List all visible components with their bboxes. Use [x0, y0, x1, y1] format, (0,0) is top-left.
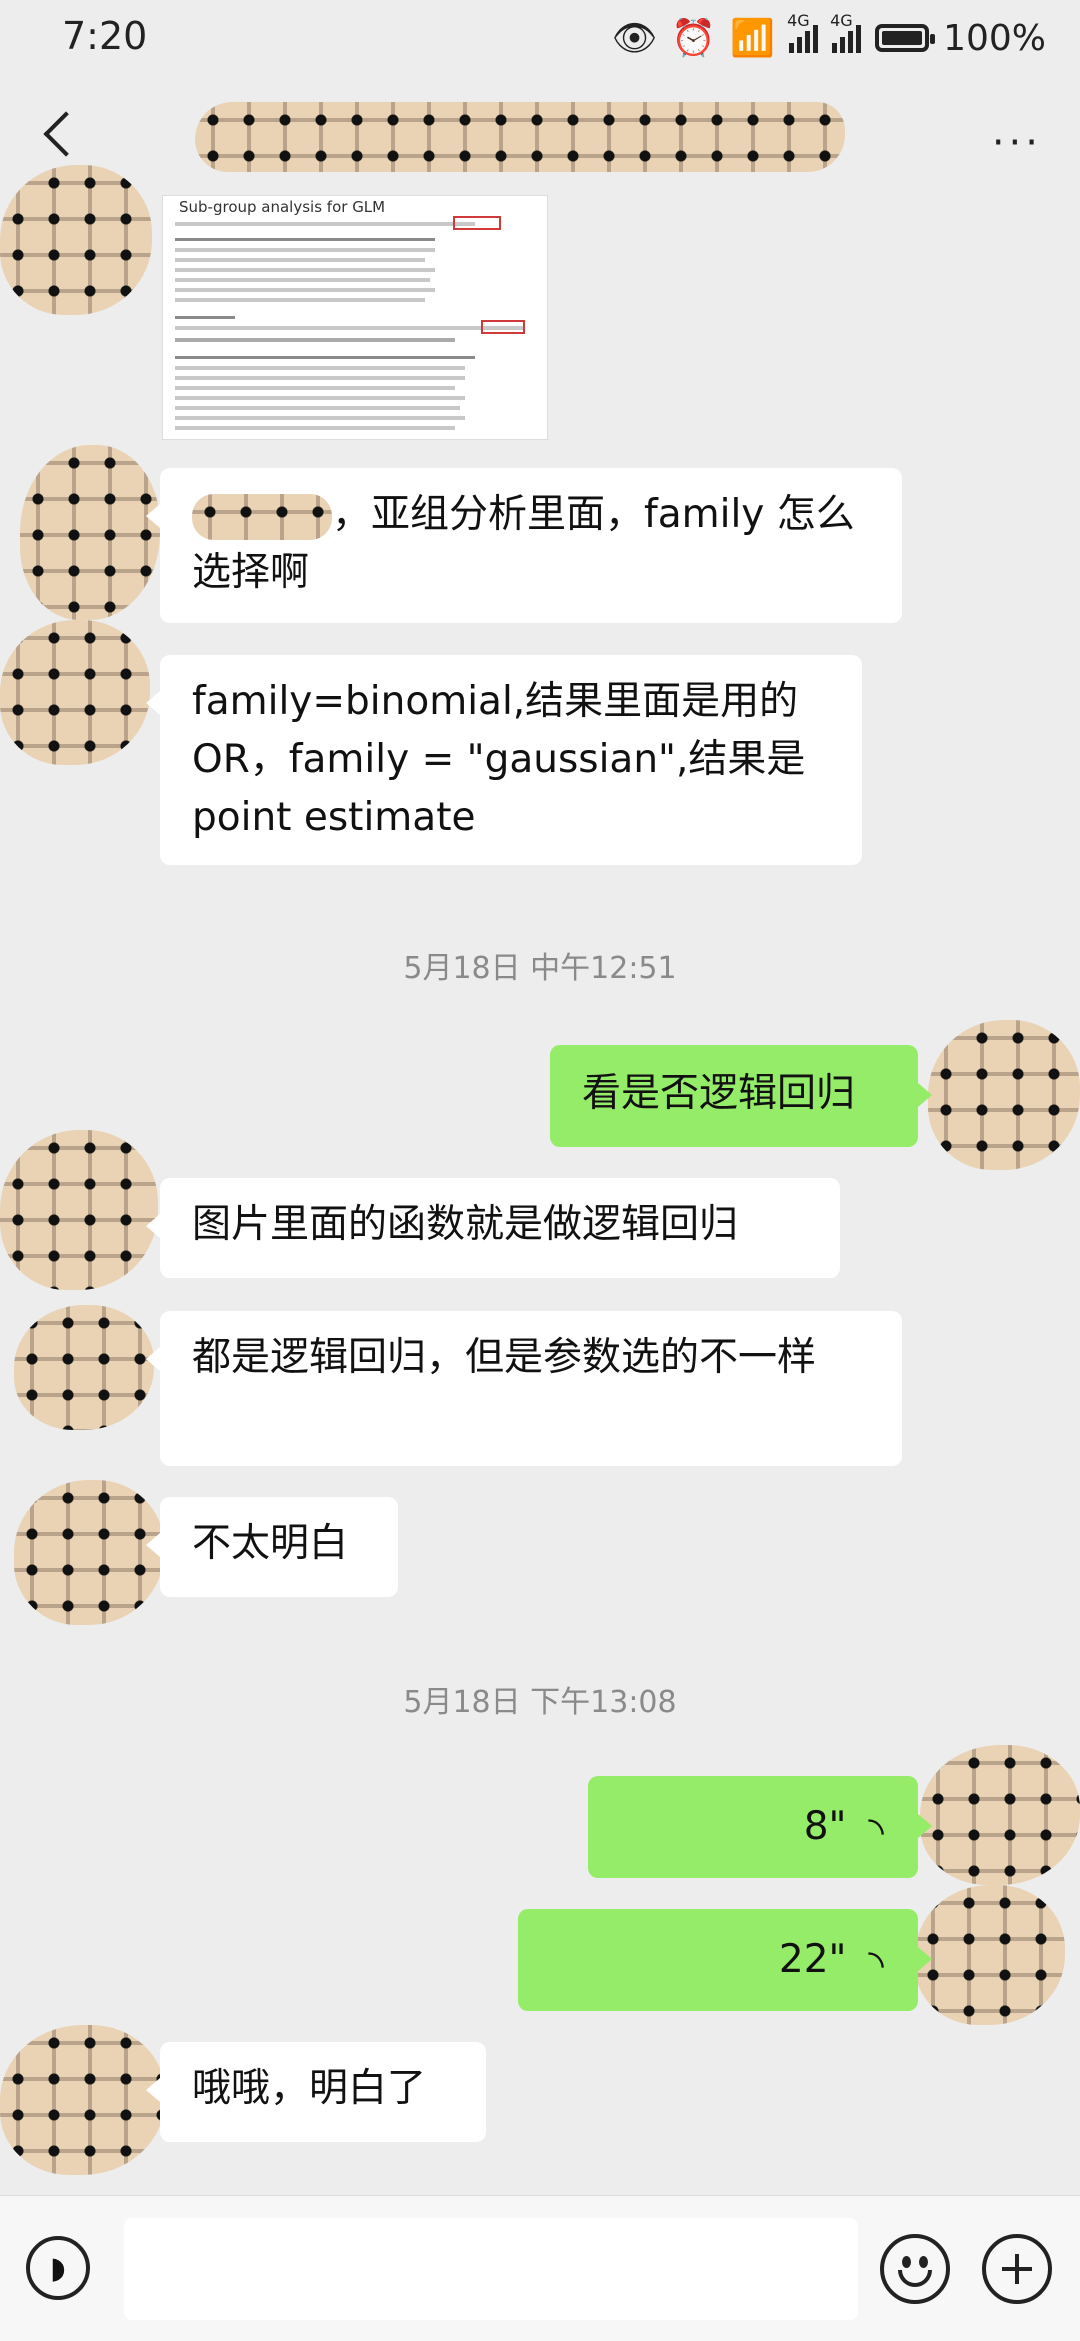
voice-message[interactable]: 22" ◜ [518, 1909, 932, 2011]
redacted-name [192, 493, 332, 540]
avatar[interactable] [0, 1130, 158, 1290]
voice-wave-icon: ◜ [847, 1952, 894, 1968]
emoji-icon[interactable] [880, 2234, 950, 2304]
message-bubble[interactable]: 哦哦，明白了 [146, 2042, 486, 2142]
avatar[interactable] [928, 1020, 1080, 1170]
voice-duration: 8" [803, 1804, 847, 1849]
battery-icon [875, 24, 936, 52]
alarm-icon: ⏰ [671, 18, 717, 59]
signal-icon-2: 4G [830, 11, 862, 53]
battery-percent: 100% [943, 17, 1046, 59]
more-options-button[interactable]: ··· [992, 120, 1042, 166]
avatar[interactable] [0, 620, 150, 765]
message-text: 都是逻辑回归，但是参数选的不一样 [192, 1335, 817, 1380]
input-bar: ◗ [0, 2195, 1080, 2341]
status-time: 7:20 [62, 14, 148, 58]
back-button[interactable] [36, 110, 82, 160]
message-text: 看是否逻辑回归 [582, 1071, 856, 1116]
signal-icon: 4G [787, 11, 819, 53]
message-text: 图片里面的函数就是做逻辑回归 [192, 1202, 739, 1247]
message-bubble[interactable]: ，亚组分析里面，family 怎么选择啊 [146, 468, 902, 623]
image-message[interactable]: Sub-group analysis for GLM [162, 195, 548, 440]
message-text: family=binomial,结果里面是用的OR，family = "gaus… [192, 679, 806, 840]
message-text: 不太明白 [192, 1521, 349, 1566]
status-icons: 👁 ⏰ 📶 4G 4G 100% [611, 11, 1046, 62]
message-input[interactable] [124, 2218, 858, 2320]
avatar[interactable] [20, 445, 160, 620]
wifi-icon: 📶 [730, 18, 776, 59]
message-bubble-own[interactable]: 看是否逻辑回归 [550, 1045, 932, 1147]
avatar[interactable] [14, 1480, 164, 1625]
message-text: 哦哦，明白了 [192, 2066, 427, 2111]
chat-header: ··· [0, 80, 1080, 190]
voice-duration: 22" [778, 1937, 847, 1982]
avatar[interactable] [0, 165, 152, 315]
message-bubble[interactable]: 不太明白 [146, 1497, 398, 1597]
avatar[interactable] [920, 1745, 1080, 1885]
voice-input-icon[interactable]: ◗ [26, 2236, 90, 2300]
avatar[interactable] [915, 1885, 1065, 2025]
avatar[interactable] [14, 1305, 154, 1430]
voice-message[interactable]: 8" ◜ [588, 1776, 932, 1878]
avatar[interactable] [0, 2025, 165, 2175]
message-bubble[interactable]: 图片里面的函数就是做逻辑回归 [146, 1178, 840, 1278]
plus-icon[interactable] [982, 2234, 1052, 2304]
timestamp: 5月18日 下午13:08 [403, 1685, 677, 1720]
eye-icon: 👁 [611, 18, 658, 59]
chat-title-redacted [195, 102, 845, 172]
voice-wave-icon: ◜ [847, 1819, 894, 1835]
image-caption: Sub-group analysis for GLM [179, 198, 386, 216]
message-bubble[interactable]: family=binomial,结果里面是用的OR，family = "gaus… [146, 655, 862, 865]
timestamp: 5月18日 中午12:51 [403, 951, 677, 986]
message-bubble[interactable]: 都是逻辑回归，但是参数选的不一样 [146, 1311, 902, 1466]
status-bar: 7:20 👁 ⏰ 📶 4G 4G 100% [0, 0, 1080, 80]
